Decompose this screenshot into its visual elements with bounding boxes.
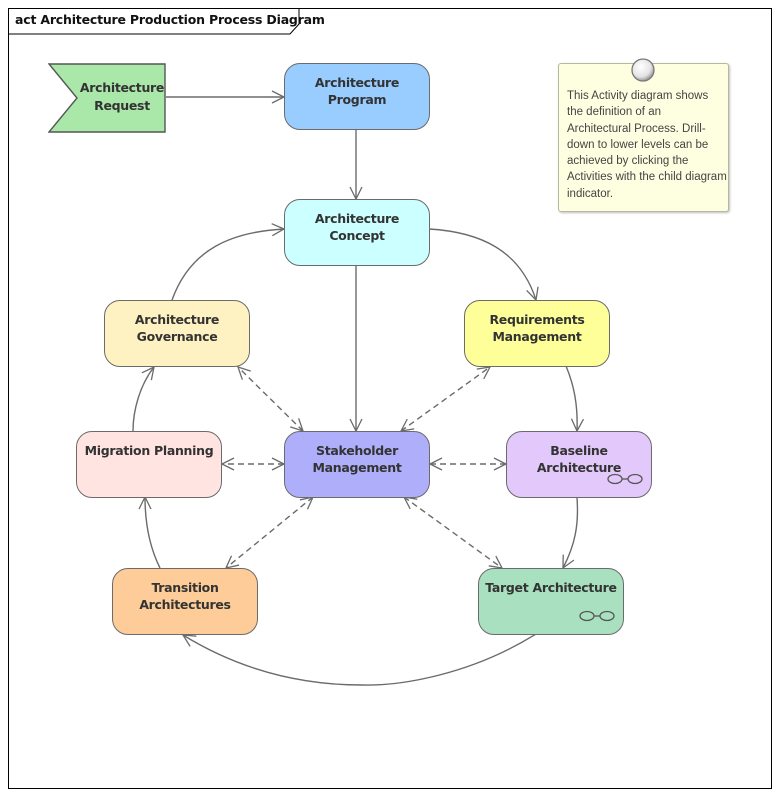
activity-label: Stakeholder Management [312, 443, 402, 475]
activity-requirements-management[interactable]: Requirements Management [464, 300, 610, 367]
dependency-stakeholder-transition[interactable] [226, 497, 313, 568]
flow-governance-to-concept[interactable] [171, 229, 284, 301]
dependency-stakeholder-target[interactable] [404, 497, 502, 568]
activity-label: Architecture Concept [314, 211, 400, 243]
activity-label: Baseline Architecture [536, 443, 622, 475]
activity-label: Architecture Governance [134, 312, 220, 344]
flow-concept-to-requirements[interactable] [428, 228, 536, 300]
dependency-stakeholder-requirements[interactable] [401, 367, 490, 431]
activity-architecture-program[interactable]: Architecture Program [284, 63, 430, 130]
activity-architecture-governance[interactable]: Architecture Governance [104, 300, 250, 367]
note-text: This Activity diagram shows the definiti… [567, 90, 727, 200]
activity-label: Requirements Management [489, 312, 585, 344]
flow-requirements-to-baseline[interactable] [565, 365, 577, 431]
activity-label: Transition Architectures [139, 580, 231, 612]
child-diagram-icon[interactable] [607, 473, 643, 485]
accept-event-label-line1: Architecture [79, 80, 165, 95]
flow-target-to-transition[interactable] [183, 633, 537, 686]
accept-event-label-line2: Request [94, 98, 150, 113]
flow-transition-to-migration[interactable] [145, 497, 161, 569]
activity-transition-architectures[interactable]: Transition Architectures [112, 568, 258, 635]
activity-migration-planning[interactable]: Migration Planning [76, 431, 222, 498]
activity-baseline-architecture[interactable]: Baseline Architecture [506, 431, 652, 498]
activity-label: Architecture Program [314, 75, 400, 107]
activity-label: Migration Planning [84, 443, 214, 458]
diagram-note[interactable]: This Activity diagram shows the definiti… [558, 63, 729, 212]
dependency-stakeholder-governance[interactable] [238, 367, 303, 431]
activity-label: Target Architecture [485, 580, 617, 595]
activity-target-architecture[interactable]: Target Architecture [478, 568, 624, 635]
accept-event-label: Architecture Request [76, 79, 168, 115]
flow-migration-to-governance[interactable] [132, 367, 154, 432]
child-diagram-icon[interactable] [579, 610, 615, 622]
pin-icon [631, 58, 655, 82]
activity-architecture-concept[interactable]: Architecture Concept [284, 199, 430, 266]
activity-stakeholder-management[interactable]: Stakeholder Management [284, 431, 430, 498]
flow-baseline-to-target[interactable] [563, 497, 579, 568]
accept-event-architecture-request[interactable]: Architecture Request [48, 63, 166, 133]
